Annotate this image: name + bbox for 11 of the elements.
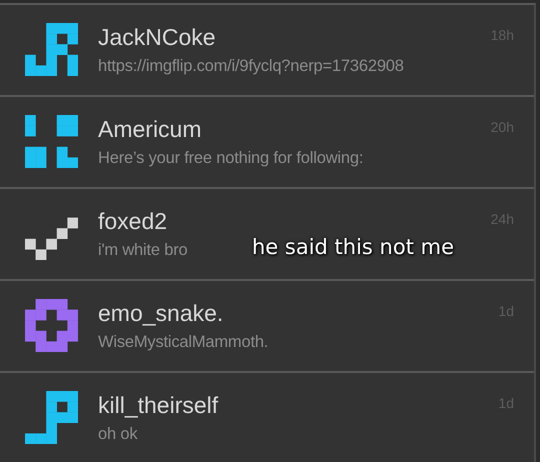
- contact-name: kill_theirself: [98, 391, 218, 419]
- contact-name: JackNCoke: [98, 23, 216, 51]
- message-preview: https://imgflip.com/i/9fyclq?nerp=17362908: [98, 56, 404, 77]
- caption: he said this not me: [252, 235, 454, 259]
- message-preview: oh ok: [98, 424, 138, 445]
- contact-name: emo_snake.: [98, 299, 224, 327]
- message-preview: Here’s your free nothing for following:: [98, 148, 364, 169]
- contact-name: Americum: [98, 115, 202, 143]
- contact-name: foxed2: [98, 207, 168, 235]
- message-preview: i'm white bro: [98, 240, 188, 261]
- message-preview: WiseMysticalMammoth.: [98, 332, 268, 353]
